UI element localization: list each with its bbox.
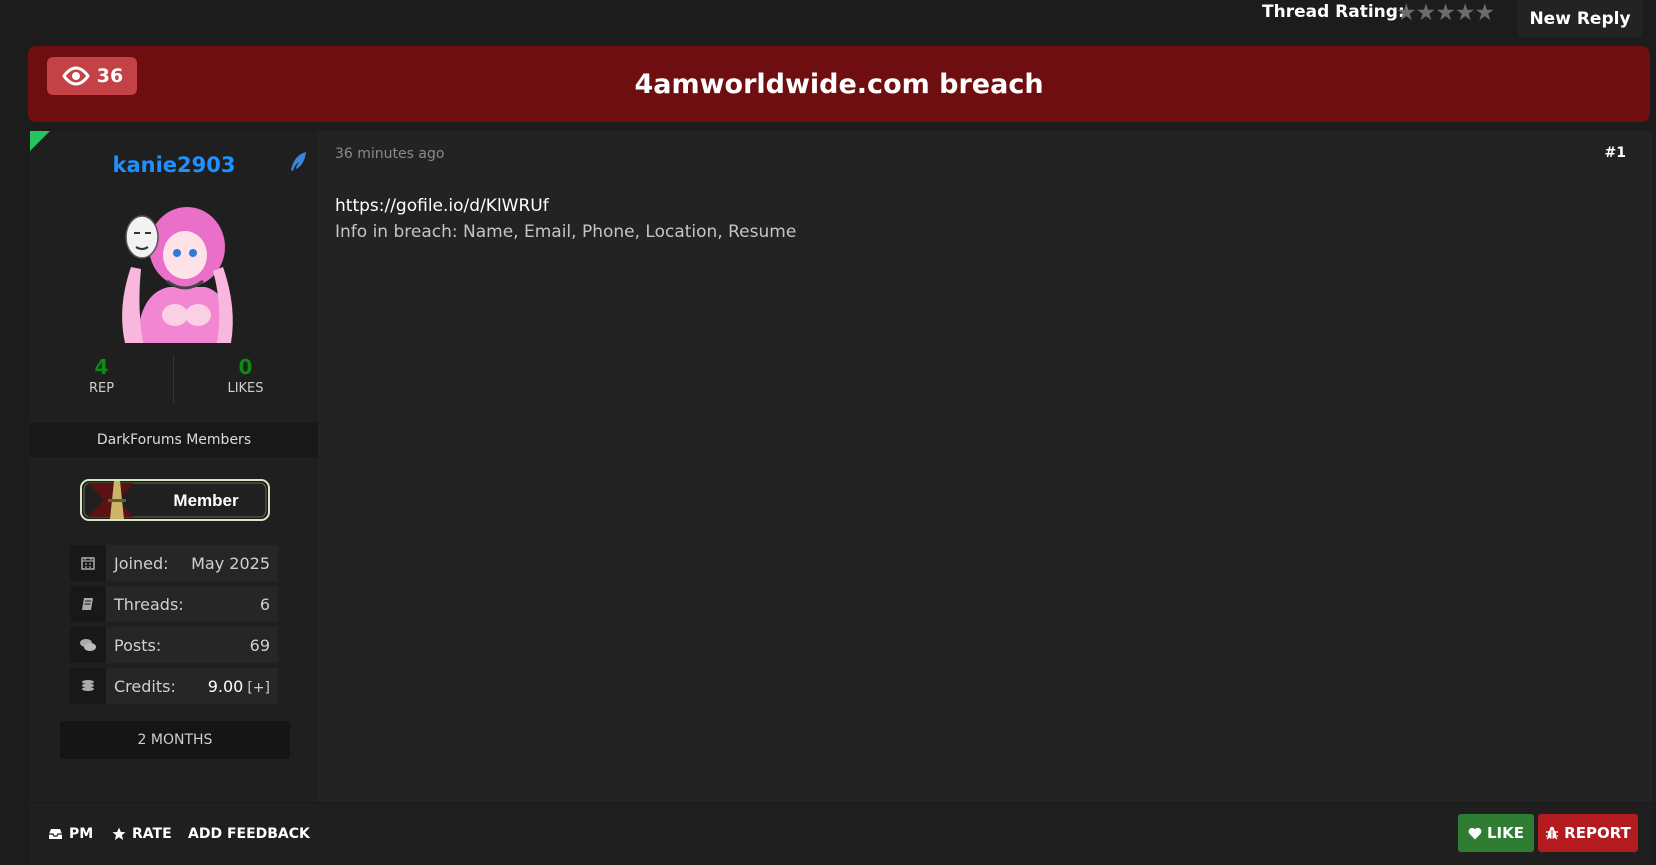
post-text: Info in breach: Name, Email, Phone, Loca… bbox=[335, 222, 797, 242]
pm-label: PM bbox=[69, 826, 94, 842]
like-label: LIKE bbox=[1486, 824, 1524, 842]
reputation-stat[interactable]: 4 REP bbox=[30, 355, 173, 396]
add-feedback-button[interactable]: ADD FEEDBACK bbox=[188, 804, 310, 864]
report-label: REPORT bbox=[1564, 824, 1631, 842]
inbox-icon bbox=[49, 829, 62, 839]
credits-label: Credits: bbox=[114, 676, 176, 696]
views-count: 36 bbox=[96, 65, 124, 87]
star-icon bbox=[112, 827, 126, 840]
online-indicator bbox=[30, 131, 50, 151]
post-link[interactable]: https://gofile.io/d/KlWRUf bbox=[335, 193, 796, 219]
post-number-link[interactable]: #1 bbox=[1605, 145, 1626, 161]
comments-icon bbox=[70, 627, 106, 663]
user-group: DarkForums Members bbox=[30, 423, 318, 457]
credits-amount: 9.00 bbox=[207, 676, 244, 696]
post-footer: PM RATE ADD FEEDBACK LIKE REPORT bbox=[30, 804, 1652, 864]
thread-rating-label: Thread Rating: bbox=[1262, 2, 1405, 22]
coins-icon bbox=[70, 668, 106, 704]
rank-badge: Member bbox=[80, 479, 270, 521]
bug-icon bbox=[1546, 826, 1559, 840]
book-icon bbox=[70, 586, 106, 622]
thread-rating-stars[interactable]: ★★★★★ bbox=[1396, 0, 1495, 26]
posts-label: Posts: bbox=[114, 635, 162, 655]
author-username[interactable]: kanie2903 bbox=[30, 153, 318, 177]
credits-value: 9.00 [+] bbox=[208, 677, 278, 696]
credits-row: Credits: 9.00 [+] bbox=[70, 668, 278, 704]
eye-icon bbox=[61, 66, 90, 86]
rate-button[interactable]: RATE bbox=[112, 804, 172, 864]
threads-value: 6 bbox=[259, 594, 270, 614]
likes-value: 0 bbox=[238, 355, 253, 379]
post-content: https://gofile.io/d/KlWRUf Info in breac… bbox=[335, 193, 796, 245]
thread-header: 4amworldwide.com breach 36 bbox=[28, 46, 1650, 122]
post-timestamp: 36 minutes ago bbox=[335, 146, 445, 162]
add-feedback-label: ADD FEEDBACK bbox=[188, 826, 310, 842]
thread-title: 4amworldwide.com breach bbox=[634, 68, 1044, 100]
reputation-label: REP bbox=[88, 381, 115, 396]
pm-button[interactable]: PM bbox=[48, 804, 93, 864]
heart-icon bbox=[1468, 827, 1482, 839]
post-body: 36 minutes ago #1 https://gofile.io/d/Kl… bbox=[318, 131, 1652, 802]
likes-stat[interactable]: 0 LIKES bbox=[174, 355, 317, 396]
joined-row: Joined: May 2025 bbox=[70, 545, 278, 581]
add-credits-link[interactable]: [+] bbox=[247, 680, 270, 696]
rate-label: RATE bbox=[132, 826, 172, 842]
thread-toolbar: Thread Rating: ★★★★★ New Reply bbox=[0, 0, 1656, 44]
calendar-icon bbox=[70, 545, 106, 581]
author-panel: kanie2903 4 REP 0 LIKES DarkForums Membe… bbox=[30, 131, 318, 802]
reputation-value: 4 bbox=[94, 355, 109, 379]
report-button[interactable]: REPORT bbox=[1538, 814, 1638, 852]
like-button[interactable]: LIKE bbox=[1458, 814, 1534, 852]
author-stats: 4 REP 0 LIKES bbox=[30, 355, 318, 405]
threads-row[interactable]: Threads: 6 bbox=[70, 586, 278, 622]
likes-label: LIKES bbox=[227, 381, 264, 396]
feather-icon bbox=[291, 152, 306, 171]
post: kanie2903 4 REP 0 LIKES DarkForums Membe… bbox=[30, 131, 1652, 864]
threads-label: Threads: bbox=[114, 594, 184, 614]
new-reply-button[interactable]: New Reply bbox=[1518, 0, 1642, 38]
membership-duration: 2 MONTHS bbox=[60, 721, 290, 759]
rank-badge-label: Member bbox=[173, 491, 239, 510]
author-info-table: Joined: May 2025 Threads: 6 Posts: 69 Cr… bbox=[70, 545, 278, 709]
posts-row[interactable]: Posts: 69 bbox=[70, 627, 278, 663]
joined-value: May 2025 bbox=[191, 553, 270, 573]
posts-value: 69 bbox=[249, 635, 270, 655]
joined-label: Joined: bbox=[114, 553, 169, 573]
avatar[interactable] bbox=[107, 197, 237, 343]
views-badge: 36 bbox=[47, 57, 137, 95]
